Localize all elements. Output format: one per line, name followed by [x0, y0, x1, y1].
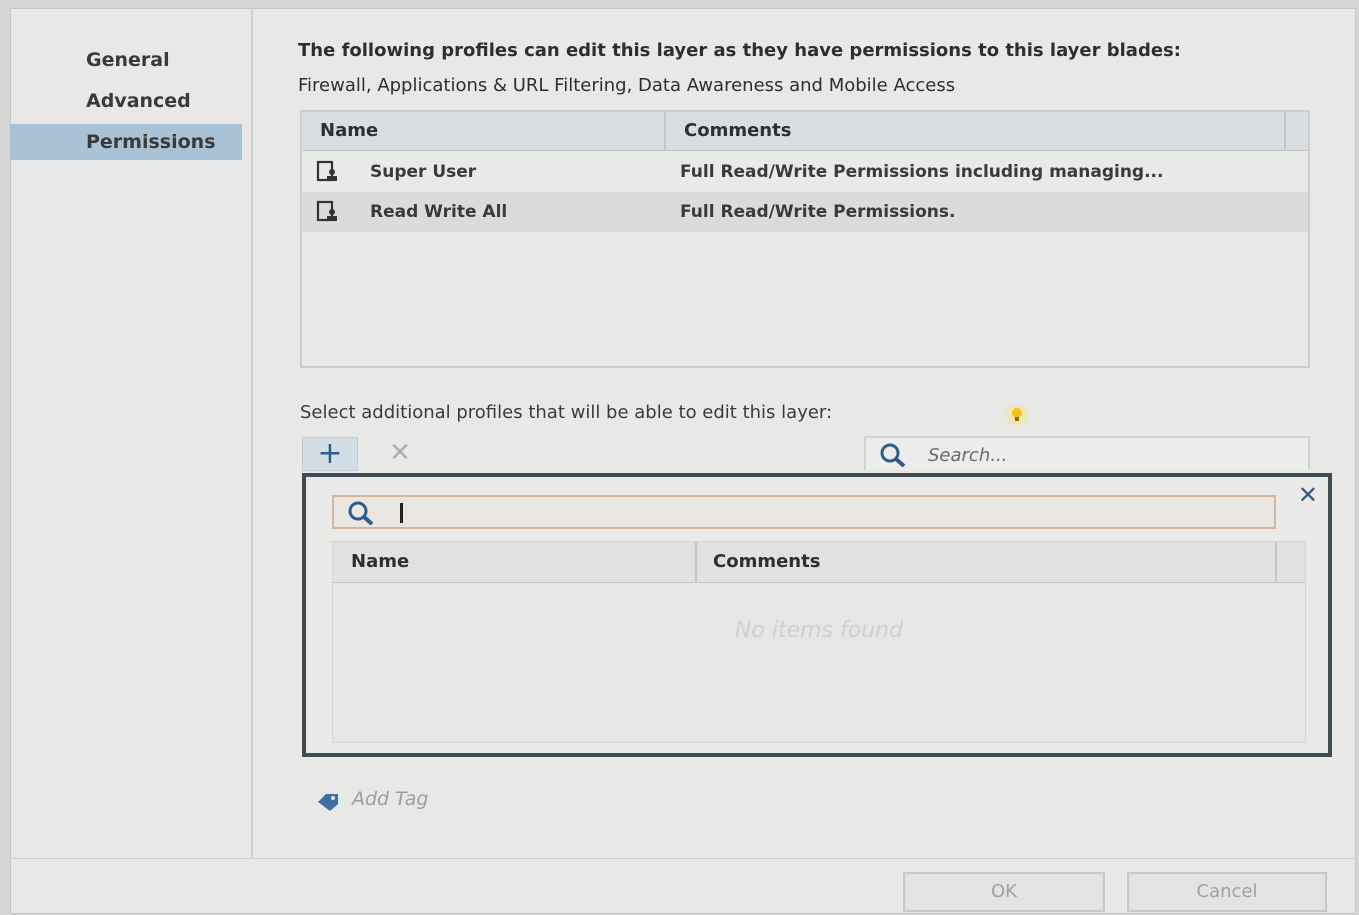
profile-picker-popup: ✕ Name Comments No items found	[302, 473, 1332, 757]
sidebar-item-permissions[interactable]: Permissions	[10, 124, 242, 160]
text-cursor	[400, 503, 403, 523]
empty-message: No items found	[734, 618, 904, 643]
column-divider[interactable]	[664, 112, 666, 150]
column-divider[interactable]	[1284, 112, 1286, 150]
column-header-comments[interactable]: Comments	[713, 542, 820, 582]
profile-search-box	[864, 436, 1310, 470]
sidebar-item-advanced[interactable]: Advanced	[10, 83, 242, 119]
search-input[interactable]	[926, 441, 1300, 469]
column-divider[interactable]	[1275, 542, 1277, 582]
sidebar-item-general[interactable]: General	[10, 42, 242, 78]
profiles-table: Name Comments Super User Full Read/Write…	[300, 110, 1310, 368]
ok-button[interactable]: OK	[903, 872, 1105, 912]
table-row[interactable]: Read Write All Full Read/Write Permissio…	[302, 192, 1308, 232]
profile-name: Super User	[370, 162, 477, 182]
user-profile-icon	[316, 200, 337, 222]
footer-divider	[10, 858, 1356, 859]
search-icon	[348, 501, 374, 526]
column-header-name[interactable]: Name	[351, 542, 409, 582]
cancel-button[interactable]: Cancel	[1127, 872, 1327, 912]
tag-icon	[318, 794, 338, 811]
profile-name: Read Write All	[370, 202, 508, 222]
close-icon[interactable]: ✕	[1298, 481, 1318, 509]
lightbulb-hint-icon[interactable]	[1004, 404, 1030, 426]
profile-comment: Full Read/Write Permissions including ma…	[680, 162, 1164, 182]
column-header-name[interactable]: Name	[320, 112, 378, 150]
permissions-description-line1: The following profiles can edit this lay…	[298, 40, 1181, 61]
picker-table: Name Comments No items found	[332, 541, 1306, 743]
popup-search-input[interactable]	[408, 500, 1262, 528]
picker-table-header: Name Comments	[333, 542, 1305, 583]
additional-profiles-label: Select additional profiles that will be …	[300, 402, 833, 423]
profile-comment: Full Read/Write Permissions.	[680, 202, 956, 222]
sidebar: General Advanced Permissions	[10, 8, 253, 858]
profiles-table-header: Name Comments	[302, 112, 1308, 151]
permissions-description-line2: Firewall, Applications & URL Filtering, …	[298, 75, 956, 96]
search-icon	[880, 443, 906, 468]
table-row[interactable]: Super User Full Read/Write Permissions i…	[302, 152, 1308, 192]
column-header-comments[interactable]: Comments	[684, 112, 791, 150]
popup-search-box	[332, 495, 1276, 529]
add-tag-label: Add Tag	[352, 788, 429, 810]
add-profile-button[interactable]: +	[302, 437, 358, 471]
column-divider[interactable]	[695, 542, 697, 582]
remove-profile-button[interactable]: ✕	[372, 437, 428, 471]
user-profile-icon	[316, 160, 337, 182]
